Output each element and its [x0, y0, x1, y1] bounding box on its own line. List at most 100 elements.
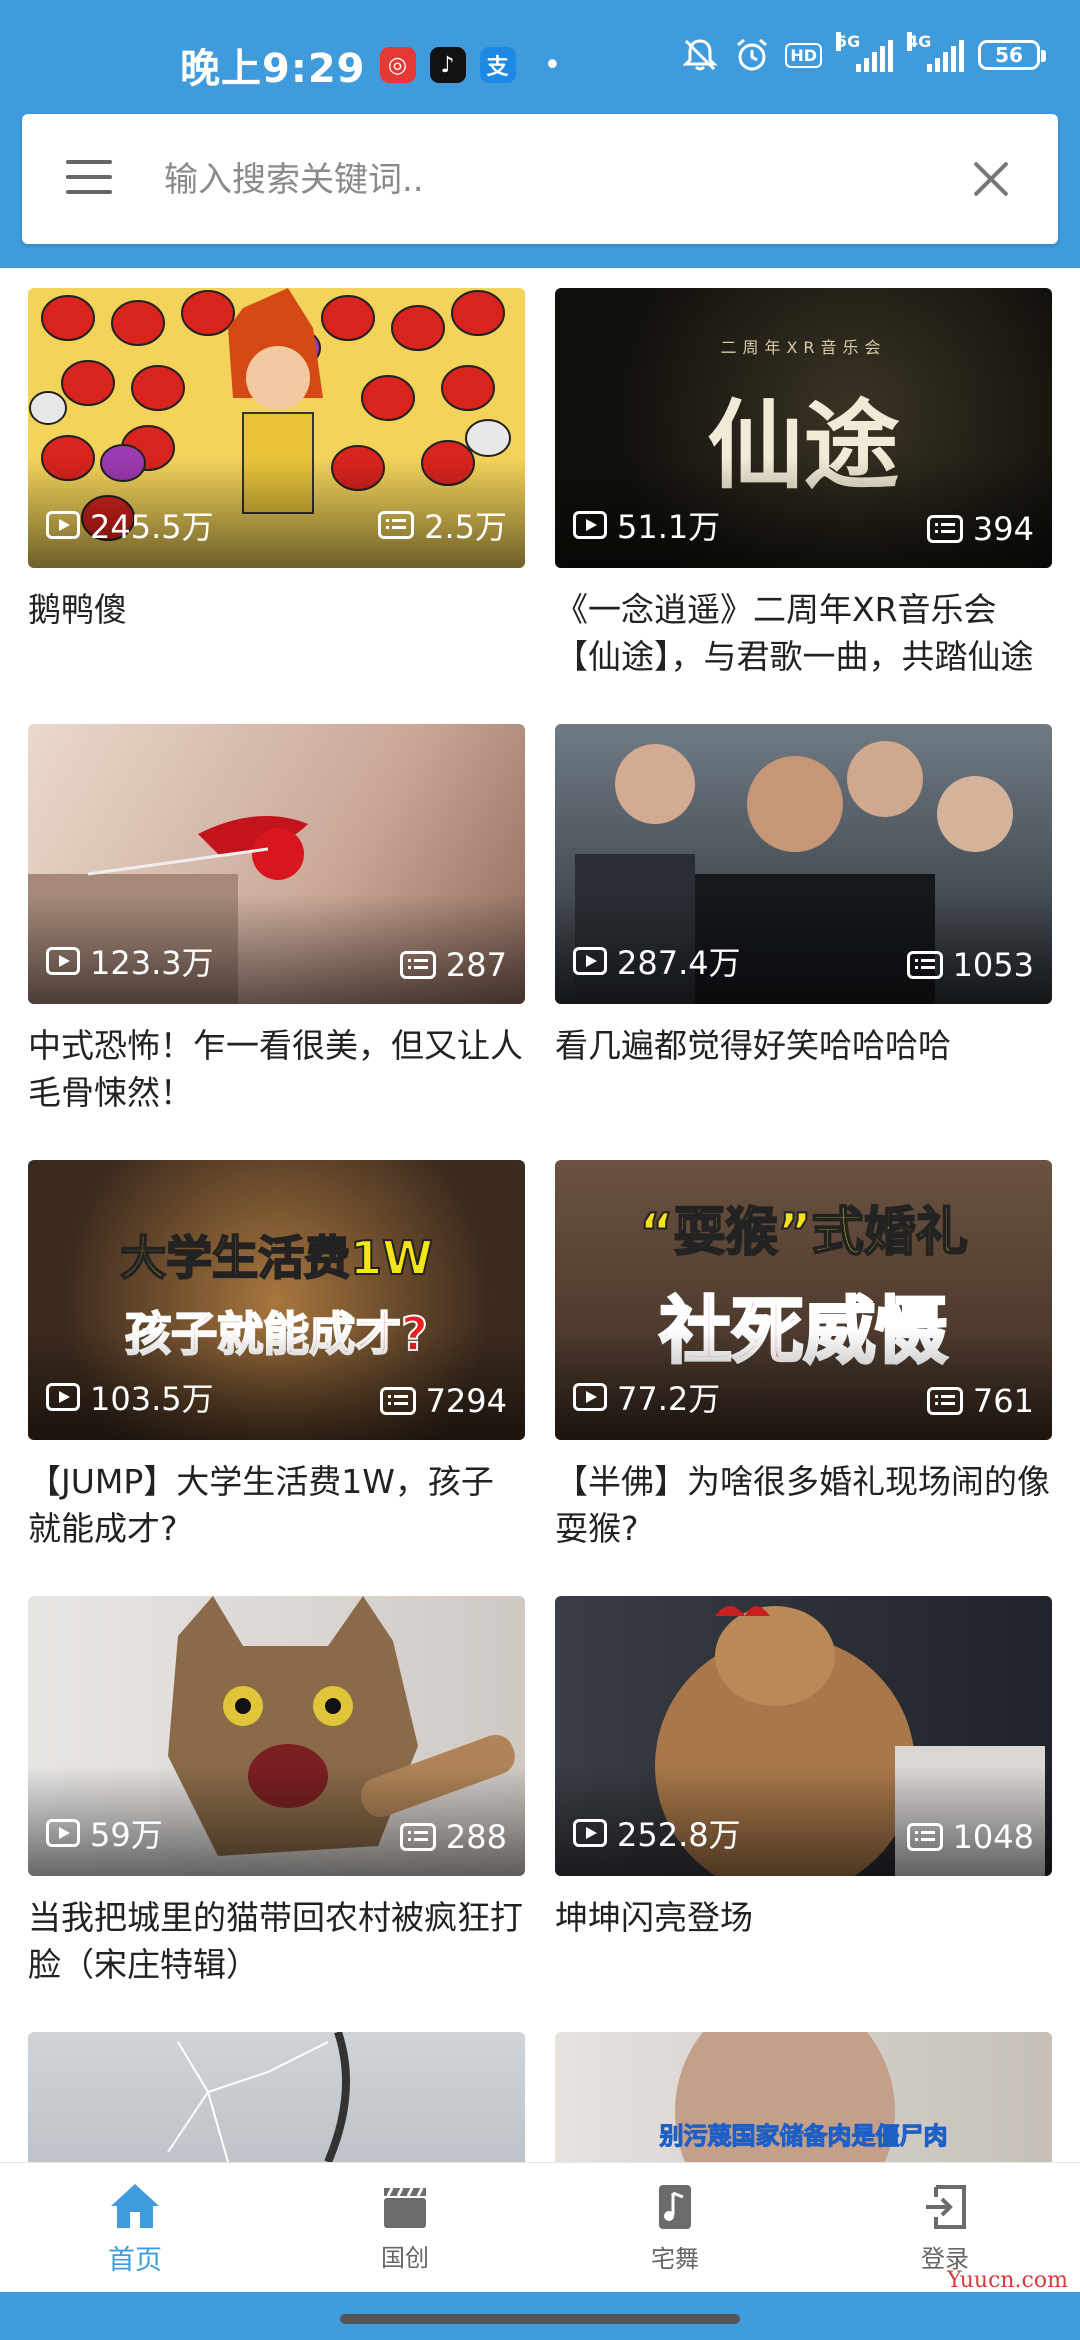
video-card[interactable]: 别污蔑国家储备肉是僵尸肉: [555, 2032, 1052, 2162]
video-card[interactable]: “耍猴”式婚礼 社死威慑 77.2万 761 【半佛】为啥很多婚礼现场闹的像耍猴…: [555, 1160, 1052, 1552]
signal-4g-icon: 4G: [907, 32, 964, 72]
network-4g-label: 4G: [907, 32, 932, 51]
play-count: 245.5万: [46, 502, 214, 548]
danmaku-count-value: 1053: [952, 946, 1034, 984]
video-card[interactable]: 大学生活费1W 孩子就能成才? 103.5万 7294 【JUMP】大学生活费1…: [28, 1160, 525, 1552]
video-thumbnail[interactable]: 大学生活费1W 孩子就能成才? 103.5万 7294: [28, 1160, 525, 1440]
status-bar: 晚上9:29 ◎ ♪ 支 • HD 5G 4G 56: [0, 0, 1080, 110]
nav-dance[interactable]: 宅舞: [540, 2163, 810, 2293]
nav-guochuang-label: 国创: [381, 2243, 429, 2272]
bottom-nav: 首页 国创 宅舞 登录: [0, 2162, 1080, 2293]
overlay-caption-line1: 大学生活费1W: [119, 1230, 434, 1286]
battery-icon: 56: [978, 40, 1046, 70]
close-icon[interactable]: [970, 158, 1012, 200]
play-count-value: 51.1万: [617, 508, 721, 546]
play-count-value: 123.3万: [90, 944, 214, 982]
video-card[interactable]: 287.4万 1053 看几遍都觉得好笑哈哈哈哈: [555, 724, 1052, 1069]
play-count: 287.4万: [573, 938, 741, 984]
danmaku-count: 1048: [906, 1818, 1034, 1856]
nav-home-label: 首页: [108, 2244, 162, 2276]
video-grid: 245.5万 2.5万 鹅鸭傻 二周年XR音乐会 仙途 51.1万 394 《一…: [28, 288, 1052, 2162]
alarm-icon: [737, 38, 768, 71]
netease-music-icon: ◎: [379, 47, 416, 83]
danmaku-icon: [906, 1823, 943, 1851]
danmaku-count: 1053: [906, 946, 1034, 984]
cracked-glass-image: [167, 2032, 350, 2162]
danmaku-count-value: 7294: [425, 1382, 507, 1420]
play-count-icon: [573, 1819, 607, 1847]
play-count-value: 59万: [90, 1816, 163, 1854]
clapperboard-icon: [384, 2186, 426, 2228]
search-header: [0, 110, 1080, 268]
video-thumbnail[interactable]: 别污蔑国家储备肉是僵尸肉: [555, 2032, 1052, 2162]
network-5g-label: 5G: [836, 32, 861, 51]
video-card[interactable]: 245.5万 2.5万 鹅鸭傻: [28, 288, 525, 633]
tiktok-icon: ♪: [429, 47, 466, 83]
play-count-icon: [46, 1383, 80, 1411]
video-card[interactable]: 二周年XR音乐会 仙途 51.1万 394 《一念逍遥》二周年XR音乐会【仙途】…: [555, 288, 1052, 680]
play-count: 252.8万: [573, 1810, 741, 1856]
play-count-value: 252.8万: [617, 1816, 741, 1854]
gesture-area: [0, 2292, 1080, 2340]
danmaku-count: 2.5万: [378, 502, 507, 548]
menu-icon[interactable]: [66, 160, 112, 194]
mute-bell-icon: [682, 39, 718, 71]
nav-dance-label: 宅舞: [651, 2244, 699, 2273]
video-card[interactable]: [28, 2032, 525, 2162]
danmaku-count-value: 2.5万: [424, 508, 507, 546]
video-title[interactable]: 坤坤闪亮登场: [555, 1894, 1052, 1941]
video-thumbnail[interactable]: 59万 288: [28, 1596, 525, 1876]
video-card[interactable]: 123.3万 287 中式恐怖！乍一看很美，但又让人毛骨悚然！: [28, 724, 525, 1116]
danmaku-count: 394: [926, 510, 1034, 548]
play-count-icon: [46, 511, 80, 539]
play-count-icon: [573, 947, 607, 975]
hd-badge: HD: [785, 42, 822, 68]
play-count: 77.2万: [573, 1374, 720, 1420]
play-count-icon: [46, 1819, 80, 1847]
video-thumbnail[interactable]: 二周年XR音乐会 仙途 51.1万 394: [555, 288, 1052, 568]
play-count-value: 245.5万: [90, 508, 214, 546]
play-count: 51.1万: [573, 502, 720, 548]
play-count-value: 77.2万: [617, 1380, 721, 1418]
danmaku-count: 288: [399, 1818, 507, 1856]
search-input[interactable]: [162, 144, 946, 216]
home-gesture-bar[interactable]: [340, 2314, 740, 2324]
battery-level: 56: [995, 43, 1023, 67]
danmaku-icon: [379, 1387, 416, 1415]
danmaku-icon: [926, 1387, 963, 1415]
overlay-caption-small: 二周年XR音乐会: [720, 338, 887, 357]
play-count-value: 103.5万: [90, 1380, 214, 1418]
nav-guochuang[interactable]: 国创: [270, 2163, 540, 2293]
home-icon: [111, 2183, 159, 2228]
video-thumbnail[interactable]: “耍猴”式婚礼 社死威慑 77.2万 761: [555, 1160, 1052, 1440]
video-title[interactable]: 【半佛】为啥很多婚礼现场闹的像耍猴?: [555, 1458, 1052, 1552]
video-title[interactable]: 《一念逍遥》二周年XR音乐会【仙途】，与君歌一曲，共踏仙途: [555, 586, 1052, 680]
danmaku-count: 761: [926, 1382, 1034, 1420]
danmaku-icon: [399, 951, 436, 979]
alipay-icon: 支: [479, 47, 516, 83]
video-thumbnail[interactable]: 245.5万 2.5万: [28, 288, 525, 568]
video-title[interactable]: 中式恐怖！乍一看很美，但又让人毛骨悚然！: [28, 1022, 525, 1116]
music-note-icon: [659, 2184, 691, 2229]
notification-dot-icon: •: [543, 47, 562, 83]
video-thumbnail[interactable]: [28, 2032, 525, 2162]
video-title[interactable]: 当我把城里的猫带回农村被疯狂打脸（宋庄特辑）: [28, 1894, 525, 1988]
video-title[interactable]: 【JUMP】大学生活费1W，孩子就能成才?: [28, 1458, 525, 1552]
video-title[interactable]: 鹅鸭傻: [28, 586, 525, 633]
danmaku-count-value: 1048: [952, 1818, 1034, 1856]
danmaku-count-value: 394: [972, 510, 1034, 548]
video-card[interactable]: 252.8万 1048 坤坤闪亮登场: [555, 1596, 1052, 1941]
play-count-icon: [573, 1383, 607, 1411]
danmaku-count: 287: [399, 946, 507, 984]
video-thumbnail[interactable]: 252.8万 1048: [555, 1596, 1052, 1876]
search-bar: [22, 114, 1058, 244]
play-count-icon: [46, 947, 80, 975]
video-thumbnail[interactable]: 123.3万 287: [28, 724, 525, 1004]
play-count-icon: [573, 511, 607, 539]
signal-5g-icon: 5G: [836, 32, 893, 72]
danmaku-icon: [399, 1823, 436, 1851]
video-thumbnail[interactable]: 287.4万 1053: [555, 724, 1052, 1004]
video-title[interactable]: 看几遍都觉得好笑哈哈哈哈: [555, 1022, 1052, 1069]
nav-home[interactable]: 首页: [0, 2163, 270, 2293]
video-card[interactable]: 59万 288 当我把城里的猫带回农村被疯狂打脸（宋庄特辑）: [28, 1596, 525, 1988]
